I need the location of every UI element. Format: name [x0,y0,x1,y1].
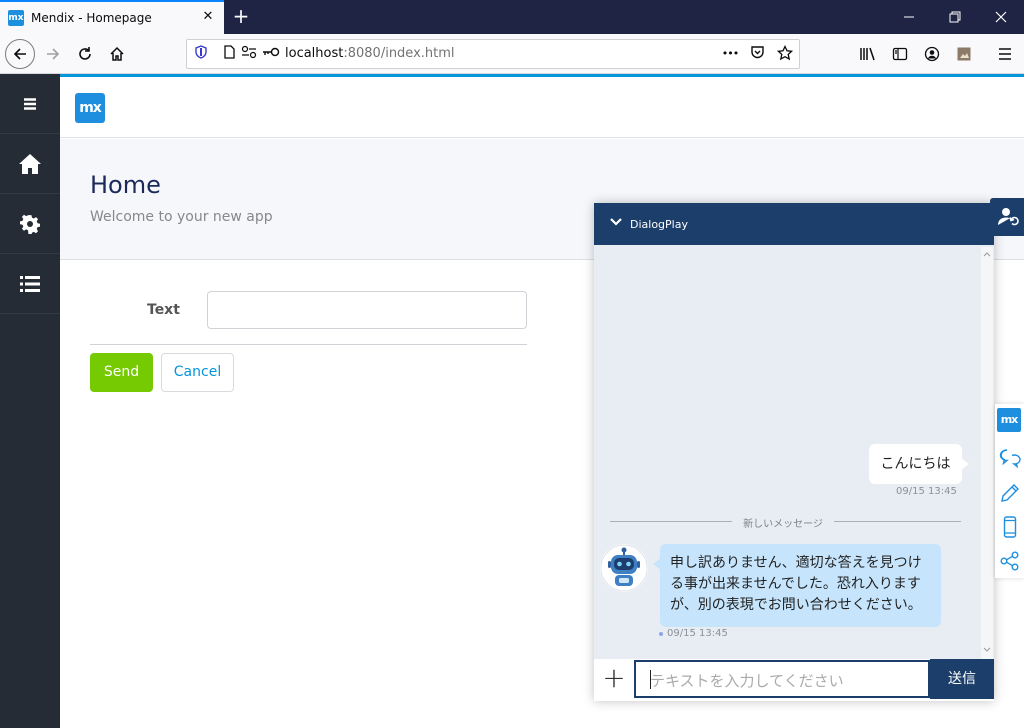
list-icon [20,276,40,292]
attach-plus-button[interactable]: + [594,659,634,701]
browser-tab[interactable]: mx Mendix - Homepage ✕ [0,0,224,34]
chat-bubbles-icon [999,449,1021,468]
browser-tabbar: mx Mendix - Homepage ✕ + [0,0,1024,34]
send-button[interactable]: Send [90,353,153,392]
chat-header[interactable]: DialogPlay [594,203,994,245]
bot-message-time-text: 09/15 13:45 [667,628,728,639]
pencil-icon [1001,484,1019,502]
reload-icon [79,47,91,60]
home-icon [19,154,41,174]
sidebar-menu-toggle[interactable] [0,74,60,134]
new-messages-separator: 新しいメッセージ [743,519,823,530]
bot-message-bubble: 申し訳ありません、適切な答えを見つける事が出来ませんでした。恐れ入りますが、別の… [653,544,941,627]
gear-icon [20,214,40,236]
robot-icon [600,544,648,592]
extension-icon [957,47,971,61]
text-input[interactable] [207,291,527,329]
mendix-logo-icon: mx [997,408,1021,432]
page-subtitle: Welcome to your new app [90,209,273,225]
mendix-favicon-icon: mx [8,10,24,26]
share-icon [1000,551,1019,571]
back-button[interactable] [5,39,35,69]
new-tab-button[interactable]: + [230,3,252,29]
tool-edit[interactable] [995,476,1024,509]
sidebar-item-list[interactable] [0,254,60,314]
chat-scrollbar[interactable] [981,247,993,659]
home-button[interactable] [102,39,132,69]
account-icon [924,46,940,62]
chat-input-placeholder: テキストを入力してください [650,672,844,690]
tab-title: Mendix - Homepage [31,11,152,25]
chat-input-bar: + テキストを入力してください 送信 [594,659,994,701]
scroll-down-icon[interactable] [981,645,993,657]
tool-mobile[interactable] [995,510,1024,543]
sidebar-icon [892,47,908,61]
operator-toggle-button[interactable] [990,198,1024,236]
library-icon [860,47,875,61]
home-icon [110,46,124,61]
tab-close-icon[interactable]: ✕ [200,8,216,26]
forward-button[interactable] [38,39,68,69]
library-button[interactable] [853,39,883,69]
scroll-up-icon[interactable] [981,249,993,261]
sidebar-item-settings[interactable] [0,194,60,254]
minimize-button[interactable] [886,0,932,34]
text-caret [650,670,651,689]
separator-line [834,521,961,522]
page-info-icon[interactable] [220,45,238,63]
account-button[interactable] [917,39,947,69]
tool-mendix[interactable]: mx [995,406,1024,439]
chevron-down-icon[interactable] [610,216,622,231]
minimize-icon [904,16,914,18]
address-bar[interactable]: localhost:8080/index.html ••• [186,39,800,69]
form-divider [90,344,527,345]
separator-line [610,521,732,522]
read-indicator-dot [659,632,663,636]
smartphone-icon [1003,516,1017,538]
sidebar-toggle-button[interactable] [885,39,915,69]
app-sidebar [0,74,60,728]
chat-message-input[interactable]: テキストを入力してください [634,660,930,698]
restore-button[interactable] [932,0,978,34]
reload-button[interactable] [70,39,100,69]
hamburger-icon [24,98,36,110]
bot-message-text: 申し訳ありません、適切な答えを見つける事が出来ませんでした。恐れ入りますが、別の… [670,555,922,613]
url-path: :8080/index.html [343,46,455,61]
browser-navbar: localhost:8080/index.html ••• [0,34,1024,74]
url-host: localhost [285,46,344,61]
text-field-label: Text [147,302,180,318]
forward-arrow-icon [47,48,60,60]
permissions-icon[interactable] [240,45,258,63]
extension-button[interactable] [949,39,979,69]
tool-share[interactable] [995,544,1024,577]
restore-icon [949,11,961,23]
chat-widget: DialogPlay こんにちは 09/15 13:45 新しいメッセージ 申し… [594,203,994,701]
pocket-icon[interactable] [748,45,766,63]
app-menu-button[interactable] [990,39,1020,69]
user-message-time: 09/15 13:45 [896,486,957,497]
chat-title: DialogPlay [630,218,688,231]
side-tool-rail: mx [995,404,1024,578]
bot-message-time: 09/15 13:45 [659,628,728,639]
page-title: Home [90,171,161,199]
operator-icon [998,208,1019,226]
key-icon[interactable] [261,45,281,63]
back-arrow-icon [13,48,26,60]
sidebar-item-home[interactable] [0,134,60,194]
bot-avatar [600,544,648,592]
tracking-shield-icon[interactable] [192,45,210,63]
tool-chat[interactable] [995,442,1024,475]
bookmark-star-icon[interactable] [776,44,794,63]
user-message-bubble: こんにちは [869,444,969,484]
page-actions-more-icon[interactable]: ••• [719,45,741,63]
cancel-button[interactable]: Cancel [161,353,234,392]
menu-icon [999,48,1011,60]
mendix-logo[interactable]: mx [75,93,105,123]
app-header: mx [60,77,1024,138]
window-close-icon [995,11,1007,23]
url-text[interactable]: localhost:8080/index.html [285,46,455,61]
window-close-button[interactable] [978,0,1024,34]
chat-send-button[interactable]: 送信 [930,659,994,699]
